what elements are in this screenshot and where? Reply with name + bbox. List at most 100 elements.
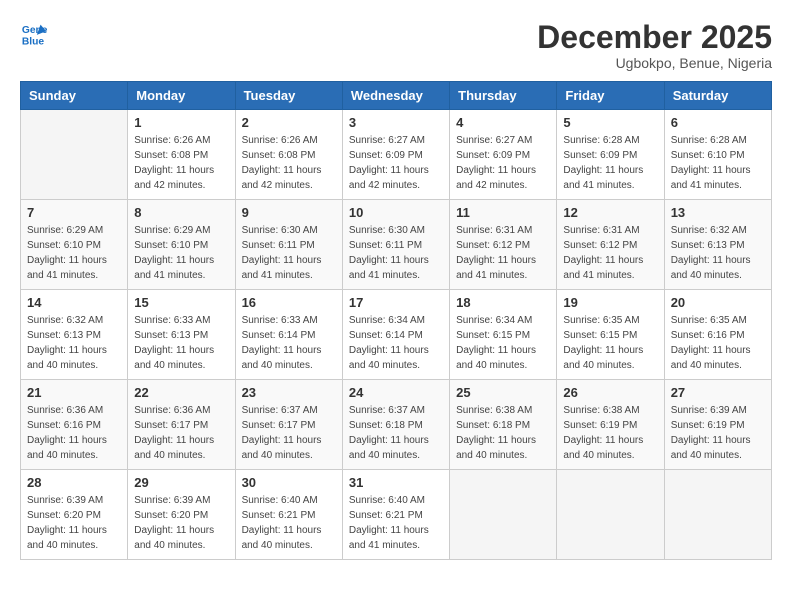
header-thursday: Thursday — [450, 82, 557, 110]
week-row-4: 21 Sunrise: 6:36 AM Sunset: 6:16 PM Dayli… — [21, 380, 772, 470]
page-header: General Blue December 2025 Ugbokpo, Benu… — [20, 20, 772, 71]
calendar-cell — [21, 110, 128, 200]
calendar-cell: 21 Sunrise: 6:36 AM Sunset: 6:16 PM Dayli… — [21, 380, 128, 470]
header-saturday: Saturday — [664, 82, 771, 110]
day-info: Sunrise: 6:30 AM Sunset: 6:11 PM Dayligh… — [349, 223, 443, 283]
header-friday: Friday — [557, 82, 664, 110]
calendar-title: December 2025 — [537, 20, 772, 55]
calendar-cell: 12Sunrise: 6:31 AM Sunset: 6:12 PM Dayli… — [557, 200, 664, 290]
calendar-cell: 19 Sunrise: 6:35 AM Sunset: 6:15 PM Dayli… — [557, 290, 664, 380]
logo-icon: General Blue — [20, 20, 48, 48]
day-number: 6 — [671, 115, 765, 130]
calendar-cell: 30 Sunrise: 6:40 AM Sunset: 6:21 PM Dayli… — [235, 470, 342, 560]
day-number: 7 — [27, 205, 121, 220]
day-number: 10 — [349, 205, 443, 220]
calendar-cell: 20 Sunrise: 6:35 AM Sunset: 6:16 PM Dayli… — [664, 290, 771, 380]
day-info: Sunrise: 6:28 AM Sunset: 6:10 PM Dayligh… — [671, 133, 765, 193]
day-number: 4 — [456, 115, 550, 130]
day-info: Sunrise: 6:40 AM Sunset: 6:21 PM Dayligh… — [349, 493, 443, 553]
calendar-cell: 9Sunrise: 6:30 AM Sunset: 6:11 PM Daylig… — [235, 200, 342, 290]
calendar-cell: 13 Sunrise: 6:32 AM Sunset: 6:13 PM Dayli… — [664, 200, 771, 290]
day-info: Sunrise: 6:39 AM Sunset: 6:20 PM Dayligh… — [134, 493, 228, 553]
day-number: 13 — [671, 205, 765, 220]
day-number: 11 — [456, 205, 550, 220]
day-info: Sunrise: 6:27 AM Sunset: 6:09 PM Dayligh… — [456, 133, 550, 193]
logo: General Blue — [20, 20, 48, 48]
week-row-1: 1 Sunrise: 6:26 AM Sunset: 6:08 PM Daylig… — [21, 110, 772, 200]
day-number: 22 — [134, 385, 228, 400]
day-info: Sunrise: 6:35 AM Sunset: 6:16 PM Dayligh… — [671, 313, 765, 373]
day-number: 30 — [242, 475, 336, 490]
day-info: Sunrise: 6:34 AM Sunset: 6:14 PM Dayligh… — [349, 313, 443, 373]
day-number: 3 — [349, 115, 443, 130]
calendar-cell: 18Sunrise: 6:34 AM Sunset: 6:15 PM Dayli… — [450, 290, 557, 380]
day-info: Sunrise: 6:29 AM Sunset: 6:10 PM Dayligh… — [27, 223, 121, 283]
day-number: 23 — [242, 385, 336, 400]
calendar-cell: 14Sunrise: 6:32 AM Sunset: 6:13 PM Dayli… — [21, 290, 128, 380]
calendar-cell: 29 Sunrise: 6:39 AM Sunset: 6:20 PM Dayli… — [128, 470, 235, 560]
calendar-cell: 8Sunrise: 6:29 AM Sunset: 6:10 PM Daylig… — [128, 200, 235, 290]
calendar-cell: 5Sunrise: 6:28 AM Sunset: 6:09 PM Daylig… — [557, 110, 664, 200]
day-info: Sunrise: 6:37 AM Sunset: 6:18 PM Dayligh… — [349, 403, 443, 463]
day-info: Sunrise: 6:39 AM Sunset: 6:19 PM Dayligh… — [671, 403, 765, 463]
day-number: 26 — [563, 385, 657, 400]
day-number: 31 — [349, 475, 443, 490]
day-number: 28 — [27, 475, 121, 490]
calendar-cell — [664, 470, 771, 560]
day-number: 1 — [134, 115, 228, 130]
day-info: Sunrise: 6:38 AM Sunset: 6:19 PM Dayligh… — [563, 403, 657, 463]
header-tuesday: Tuesday — [235, 82, 342, 110]
day-info: Sunrise: 6:35 AM Sunset: 6:15 PM Dayligh… — [563, 313, 657, 373]
week-row-5: 28 Sunrise: 6:39 AM Sunset: 6:20 PM Dayli… — [21, 470, 772, 560]
day-info: Sunrise: 6:31 AM Sunset: 6:12 PM Dayligh… — [456, 223, 550, 283]
day-info: Sunrise: 6:32 AM Sunset: 6:13 PM Dayligh… — [671, 223, 765, 283]
header-sunday: Sunday — [21, 82, 128, 110]
calendar-cell: 6 Sunrise: 6:28 AM Sunset: 6:10 PM Daylig… — [664, 110, 771, 200]
calendar-cell: 7 Sunrise: 6:29 AM Sunset: 6:10 PM Daylig… — [21, 200, 128, 290]
day-number: 21 — [27, 385, 121, 400]
day-number: 12 — [563, 205, 657, 220]
day-info: Sunrise: 6:40 AM Sunset: 6:21 PM Dayligh… — [242, 493, 336, 553]
header-wednesday: Wednesday — [342, 82, 449, 110]
day-number: 19 — [563, 295, 657, 310]
calendar-cell: 24Sunrise: 6:37 AM Sunset: 6:18 PM Dayli… — [342, 380, 449, 470]
calendar-subtitle: Ugbokpo, Benue, Nigeria — [537, 55, 772, 71]
header-row: Sunday Monday Tuesday Wednesday Thursday… — [21, 82, 772, 110]
calendar-cell: 25Sunrise: 6:38 AM Sunset: 6:18 PM Dayli… — [450, 380, 557, 470]
day-info: Sunrise: 6:36 AM Sunset: 6:16 PM Dayligh… — [27, 403, 121, 463]
calendar-cell: 11 Sunrise: 6:31 AM Sunset: 6:12 PM Dayli… — [450, 200, 557, 290]
day-info: Sunrise: 6:26 AM Sunset: 6:08 PM Dayligh… — [242, 133, 336, 193]
day-info: Sunrise: 6:26 AM Sunset: 6:08 PM Dayligh… — [134, 133, 228, 193]
calendar-cell: 10 Sunrise: 6:30 AM Sunset: 6:11 PM Dayli… — [342, 200, 449, 290]
day-info: Sunrise: 6:37 AM Sunset: 6:17 PM Dayligh… — [242, 403, 336, 463]
day-info: Sunrise: 6:33 AM Sunset: 6:13 PM Dayligh… — [134, 313, 228, 373]
week-row-2: 7 Sunrise: 6:29 AM Sunset: 6:10 PM Daylig… — [21, 200, 772, 290]
calendar-cell: 16Sunrise: 6:33 AM Sunset: 6:14 PM Dayli… — [235, 290, 342, 380]
calendar-cell: 28Sunrise: 6:39 AM Sunset: 6:20 PM Dayli… — [21, 470, 128, 560]
calendar-cell: 23 Sunrise: 6:37 AM Sunset: 6:17 PM Dayli… — [235, 380, 342, 470]
day-number: 2 — [242, 115, 336, 130]
week-row-3: 14Sunrise: 6:32 AM Sunset: 6:13 PM Dayli… — [21, 290, 772, 380]
day-number: 5 — [563, 115, 657, 130]
calendar-cell — [450, 470, 557, 560]
day-number: 15 — [134, 295, 228, 310]
calendar-cell: 17Sunrise: 6:34 AM Sunset: 6:14 PM Dayli… — [342, 290, 449, 380]
day-info: Sunrise: 6:32 AM Sunset: 6:13 PM Dayligh… — [27, 313, 121, 373]
day-number: 8 — [134, 205, 228, 220]
svg-text:Blue: Blue — [22, 36, 45, 47]
day-number: 25 — [456, 385, 550, 400]
day-number: 20 — [671, 295, 765, 310]
day-number: 16 — [242, 295, 336, 310]
calendar-cell: 4 Sunrise: 6:27 AM Sunset: 6:09 PM Daylig… — [450, 110, 557, 200]
calendar-cell: 22 Sunrise: 6:36 AM Sunset: 6:17 PM Dayli… — [128, 380, 235, 470]
day-number: 9 — [242, 205, 336, 220]
day-info: Sunrise: 6:36 AM Sunset: 6:17 PM Dayligh… — [134, 403, 228, 463]
day-info: Sunrise: 6:27 AM Sunset: 6:09 PM Dayligh… — [349, 133, 443, 193]
day-number: 29 — [134, 475, 228, 490]
day-number: 18 — [456, 295, 550, 310]
calendar-cell: 27 Sunrise: 6:39 AM Sunset: 6:19 PM Dayli… — [664, 380, 771, 470]
calendar-cell — [557, 470, 664, 560]
header-monday: Monday — [128, 82, 235, 110]
calendar-cell: 2 Sunrise: 6:26 AM Sunset: 6:08 PM Daylig… — [235, 110, 342, 200]
day-number: 27 — [671, 385, 765, 400]
